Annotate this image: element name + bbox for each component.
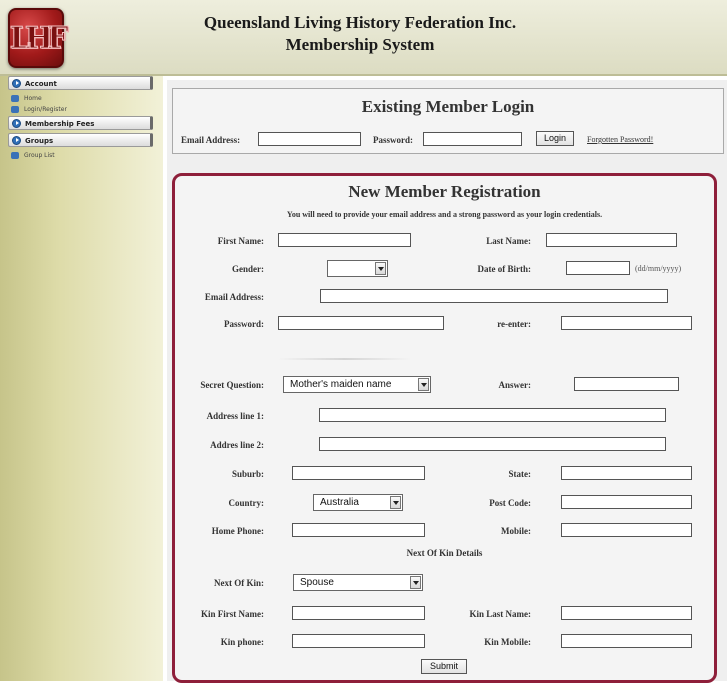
postcode-input[interactable]: [561, 495, 692, 509]
reg-password-input[interactable]: [278, 316, 444, 330]
kin-first-name-input[interactable]: [292, 606, 425, 620]
kin-phone-label: Kin phone:: [220, 637, 264, 647]
section-divider: [278, 358, 411, 360]
sidebar: Account Home Login/Register Membership F…: [0, 76, 163, 681]
sidebar-item-label: Home: [24, 95, 42, 102]
dob-input[interactable]: [566, 261, 630, 275]
sidebar-section-label: Groups: [25, 137, 54, 145]
first-name-label: First Name:: [217, 236, 264, 246]
last-name-label: Last Name:: [486, 236, 531, 246]
sidebar-section-account[interactable]: Account: [8, 76, 153, 90]
sidebar-section-membership-fees[interactable]: Membership Fees: [8, 116, 153, 130]
site-title-line1: Queensland Living History Federation Inc…: [203, 13, 517, 32]
reg-email-input[interactable]: [320, 289, 668, 303]
reg-email-label: Email Address:: [204, 292, 264, 302]
chevron-down-icon: [410, 576, 421, 589]
forgotten-password-link[interactable]: Forgotten Password!: [587, 135, 653, 144]
kin-last-name-label: Kin Last Name:: [469, 609, 532, 619]
address1-input[interactable]: [319, 408, 666, 422]
secret-question-value: Mother's maiden name: [290, 379, 392, 390]
address1-label: Address line 1:: [206, 411, 264, 421]
state-input[interactable]: [561, 466, 692, 480]
next-of-kin-label: Next Of Kin:: [214, 578, 264, 588]
submit-button[interactable]: Submit: [421, 659, 467, 674]
password-label: Password:: [373, 135, 413, 145]
chevron-down-icon: [375, 262, 386, 275]
suburb-input[interactable]: [292, 466, 425, 480]
last-name-input[interactable]: [546, 233, 677, 247]
login-panel: Existing Member Login Email Address: Pas…: [172, 88, 724, 154]
gender-label: Gender:: [232, 264, 264, 274]
state-label: State:: [508, 469, 532, 479]
secret-question-select[interactable]: Mother's maiden name: [283, 376, 431, 393]
dob-label: Date of Birth:: [477, 264, 532, 274]
address2-label: Addres line 2:: [210, 440, 264, 450]
registration-note: You will need to provide your email addr…: [286, 210, 603, 219]
reenter-password-input[interactable]: [561, 316, 692, 330]
sidebar-section-label: Membership Fees: [25, 120, 95, 128]
address2-input[interactable]: [319, 437, 666, 451]
login-button[interactable]: Login: [536, 131, 574, 146]
sidebar-item-group-list[interactable]: Group List: [8, 150, 163, 161]
chevron-right-icon: [12, 136, 21, 145]
login-password-input[interactable]: [423, 132, 522, 146]
site-title: Queensland Living History Federation Inc…: [160, 12, 560, 56]
country-value: Australia: [320, 497, 359, 508]
sidebar-section-groups[interactable]: Groups: [8, 133, 153, 147]
kin-last-name-input[interactable]: [561, 606, 692, 620]
mobile-input[interactable]: [561, 523, 692, 537]
kin-mobile-label: Kin Mobile:: [484, 637, 531, 647]
first-name-input[interactable]: [278, 233, 411, 247]
federation-logo[interactable]: LHF: [8, 8, 69, 68]
country-select[interactable]: Australia: [313, 494, 403, 511]
sidebar-section-label: Account: [25, 80, 57, 88]
gender-select[interactable]: [327, 260, 388, 277]
chevron-down-icon: [390, 496, 401, 509]
secret-question-label: Secret Question:: [200, 380, 264, 390]
chevron-right-icon: [12, 119, 21, 128]
registration-panel: New Member Registration You will need to…: [172, 173, 717, 683]
suburb-label: Suburb:: [231, 469, 264, 479]
page-icon: [11, 152, 19, 159]
sidebar-item-label: Login/Register: [24, 106, 67, 113]
answer-label: Answer:: [498, 380, 532, 390]
next-of-kin-value: Spouse: [300, 577, 334, 588]
header-bar: LHF Queensland Living History Federation…: [0, 0, 727, 76]
next-of-kin-heading: Next Of Kin Details: [406, 548, 483, 558]
login-title: Existing Member Login: [361, 97, 535, 116]
sidebar-item-login-register[interactable]: Login/Register: [8, 104, 163, 115]
next-of-kin-select[interactable]: Spouse: [293, 574, 423, 591]
kin-first-name-label: Kin First Name:: [201, 609, 264, 619]
postcode-label: Post Code:: [489, 498, 531, 508]
dob-hint: (dd/mm/yyyy): [635, 264, 682, 273]
sidebar-item-label: Group List: [24, 152, 55, 159]
page-icon: [11, 95, 19, 102]
mobile-label: Mobile:: [501, 526, 531, 536]
login-email-input[interactable]: [258, 132, 361, 146]
site-title-line2: Membership System: [285, 35, 435, 54]
reenter-label: re-enter:: [497, 319, 531, 329]
email-label: Email Address:: [181, 135, 241, 145]
page-icon: [11, 106, 19, 113]
registration-title: New Member Registration: [348, 182, 541, 201]
reg-password-label: Password:: [224, 319, 264, 329]
sidebar-item-home[interactable]: Home: [8, 93, 163, 104]
kin-mobile-input[interactable]: [561, 634, 692, 648]
chevron-right-icon: [12, 79, 21, 88]
main-content: Existing Member Login Email Address: Pas…: [167, 80, 727, 683]
chevron-down-icon: [418, 378, 429, 391]
kin-phone-input[interactable]: [292, 634, 425, 648]
answer-input[interactable]: [574, 377, 679, 391]
home-phone-input[interactable]: [292, 523, 425, 537]
home-phone-label: Home Phone:: [211, 526, 264, 536]
country-label: Country:: [228, 498, 265, 508]
logo-mark: LHF: [9, 20, 69, 56]
